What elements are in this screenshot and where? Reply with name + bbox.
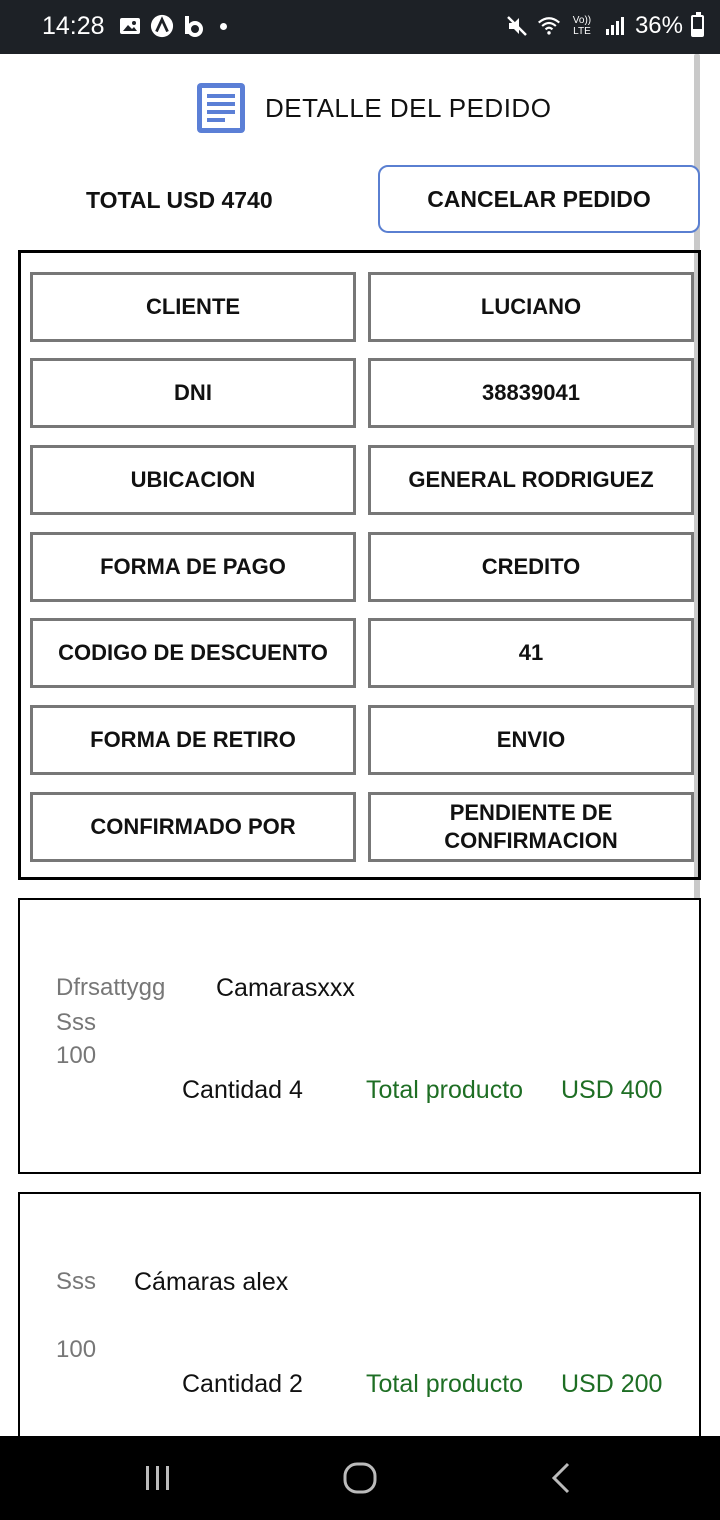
product-price: 100 <box>56 1042 97 1069</box>
detail-label-forma-de-retiro: FORMA DE RETIRO <box>30 705 356 775</box>
product-price: 100 <box>56 1336 97 1363</box>
detail-value-codigo-descuento: 41 <box>368 618 694 688</box>
detail-value-forma-de-retiro: ENVIO <box>368 705 694 775</box>
navigation-bar <box>0 1436 720 1520</box>
order-details-table: CLIENTE LUCIANO DNI 38839041 UBICACION G… <box>18 250 701 880</box>
mute-icon <box>505 14 529 38</box>
detail-label-ubicacion: UBICACION <box>30 445 356 515</box>
product-quantity: Cantidad 2 <box>182 1370 303 1398</box>
status-bar: 14:28 Vo)) LTE 36% <box>0 0 720 54</box>
product-total-value: USD 200 <box>561 1370 663 1398</box>
detail-value-forma-de-pago: CREDITO <box>368 532 694 602</box>
back-icon[interactable] <box>542 1458 582 1498</box>
wifi-icon <box>537 14 561 38</box>
battery-icon <box>691 12 704 37</box>
product-description: Sss <box>56 1009 97 1036</box>
recent-apps-icon[interactable] <box>138 1458 178 1498</box>
a-app-icon <box>150 14 174 38</box>
product-total-label: Total producto <box>366 1076 524 1104</box>
home-icon[interactable] <box>340 1458 380 1498</box>
detail-label-dni: DNI <box>30 358 356 428</box>
product-total-value: USD 400 <box>561 1076 663 1104</box>
product-quantity: Cantidad 4 <box>182 1076 303 1104</box>
b-app-icon <box>182 14 206 38</box>
page-title: DETALLE DEL PEDIDO <box>265 92 552 123</box>
signal-icon <box>603 14 627 38</box>
order-total: TOTAL USD 4740 <box>86 187 273 213</box>
document-icon <box>195 81 247 135</box>
detail-value-cliente: LUCIANO <box>368 272 694 342</box>
detail-label-cliente: CLIENTE <box>30 272 356 342</box>
product-name: Camarasxxx <box>216 974 355 1002</box>
detail-label-codigo-descuento: CODIGO DE DESCUENTO <box>30 618 356 688</box>
product-name: Cámaras alex <box>134 1268 289 1296</box>
detail-value-confirmado-por: PENDIENTE DE CONFIRMACION <box>368 792 694 862</box>
status-system-icons: Vo)) LTE 36% <box>505 12 704 40</box>
product-code: Dfrsattygg <box>56 974 166 1001</box>
detail-label-confirmado-por: CONFIRMADO POR <box>30 792 356 862</box>
detail-value-dni: 38839041 <box>368 358 694 428</box>
detail-label-forma-de-pago: FORMA DE PAGO <box>30 532 356 602</box>
status-notification-icons <box>118 14 227 38</box>
volte-icon: Vo)) LTE <box>572 15 592 37</box>
cancel-order-button[interactable]: CANCELAR PEDIDO <box>378 165 700 233</box>
product-card[interactable]: Sss Cámaras alex 100 Cantidad 2 Total pr… <box>18 1192 701 1452</box>
status-time: 14:28 <box>42 12 105 40</box>
product-total-label: Total producto <box>366 1370 524 1398</box>
battery-percent: 36% <box>634 12 683 39</box>
page-header: DETALLE DEL PEDIDO <box>195 80 551 136</box>
product-card[interactable]: Dfrsattygg Camarasxxx Sss 100 Cantidad 4… <box>18 898 701 1174</box>
gallery-icon <box>118 14 142 38</box>
dot-icon <box>220 22 227 30</box>
detail-value-ubicacion: GENERAL RODRIGUEZ <box>368 445 694 515</box>
product-code: Sss <box>56 1268 97 1295</box>
